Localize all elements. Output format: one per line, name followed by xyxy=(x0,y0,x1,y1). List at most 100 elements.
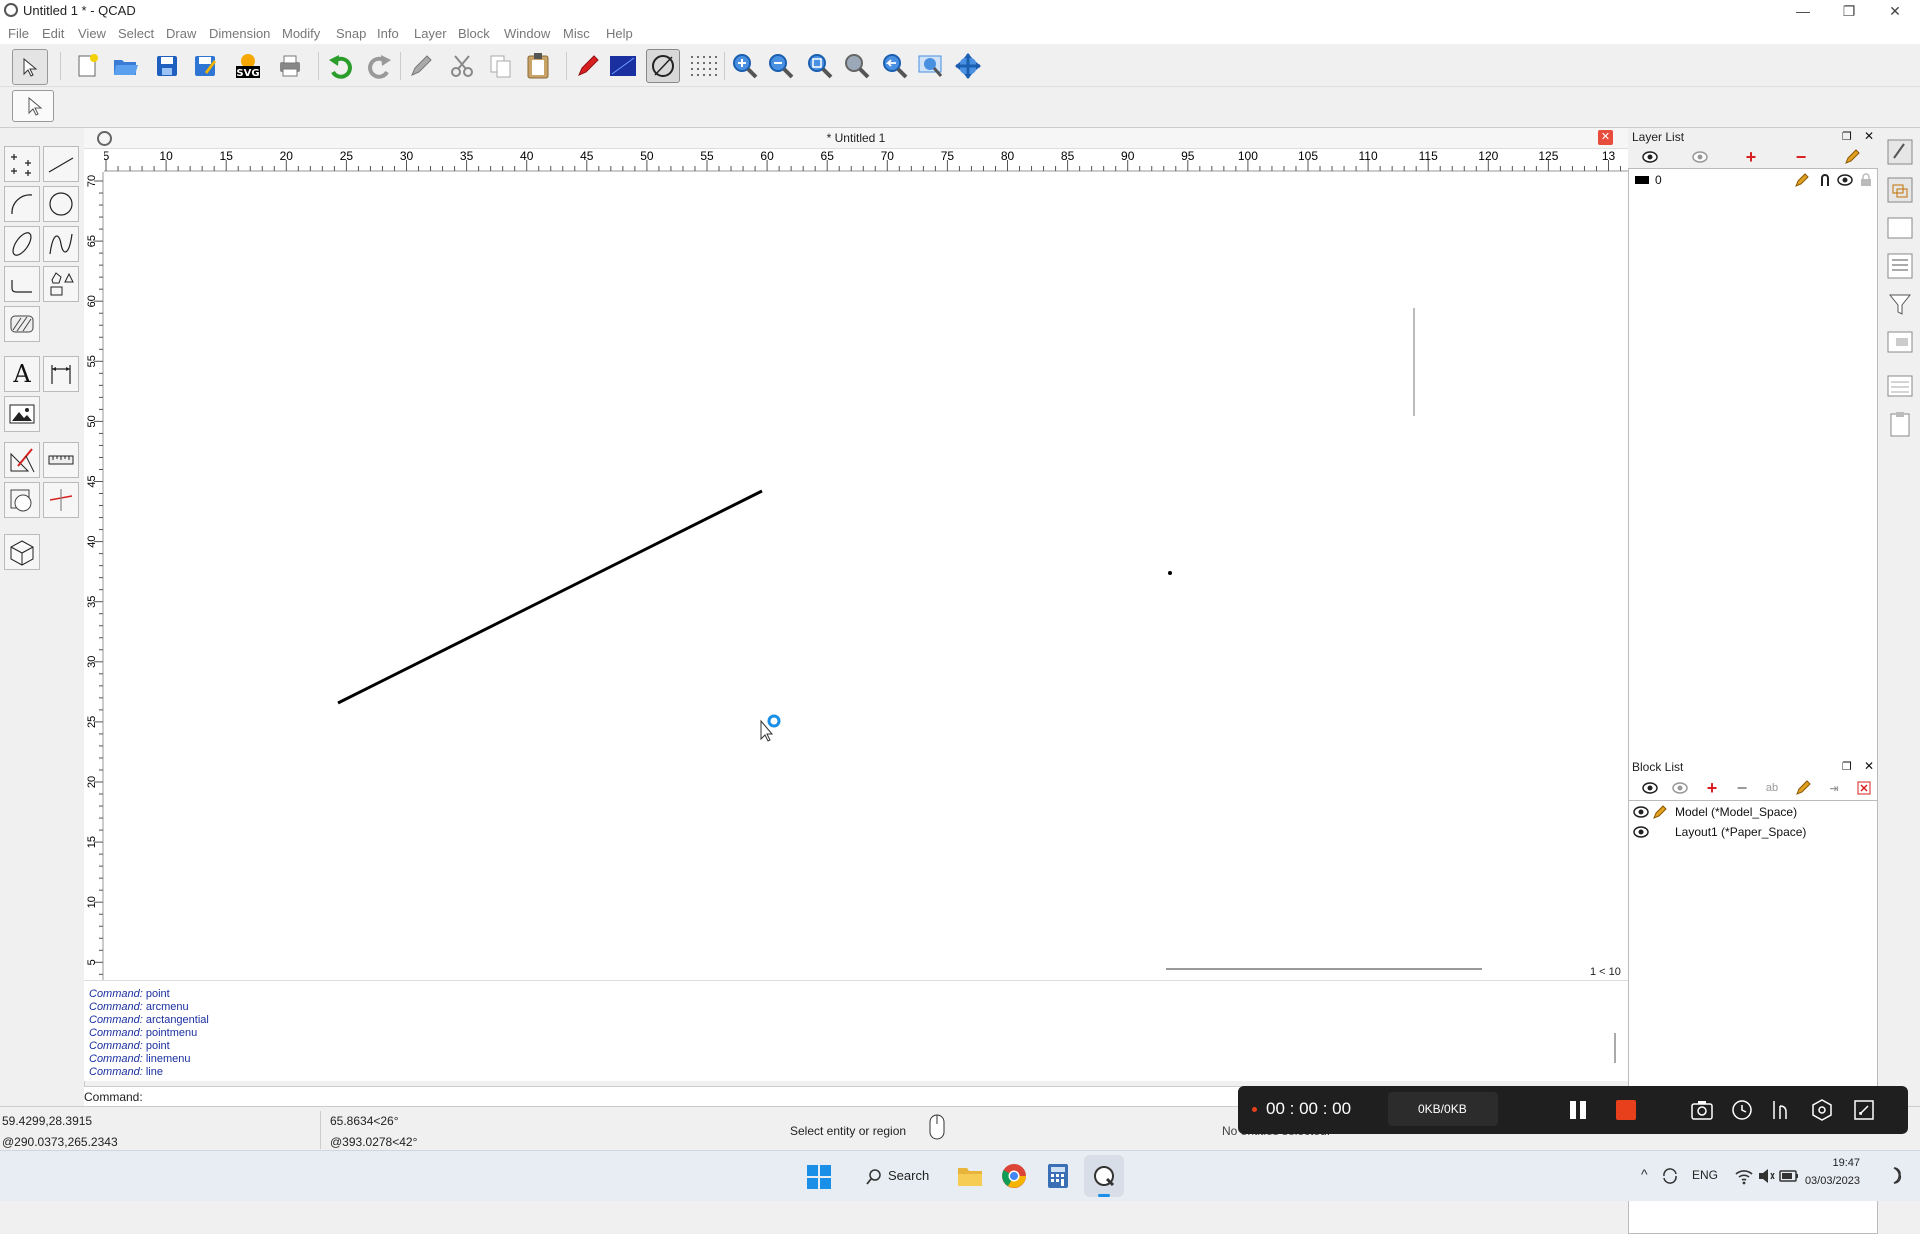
menu-edit[interactable]: Edit xyxy=(42,26,64,41)
show-all-blocks-icon[interactable] xyxy=(1640,779,1660,797)
close-panel-icon[interactable]: ✕ xyxy=(1864,129,1874,143)
qcad-taskbar-button[interactable] xyxy=(1084,1155,1124,1197)
open-folder-icon[interactable] xyxy=(110,51,140,81)
dock-tab-blank-icon[interactable] xyxy=(1886,214,1914,242)
zoom-selection-icon[interactable] xyxy=(916,51,946,81)
menu-dimension[interactable]: Dimension xyxy=(209,26,270,41)
arc-tool-icon[interactable] xyxy=(4,186,40,222)
zoom-in-icon[interactable] xyxy=(730,51,760,81)
drawn-line[interactable] xyxy=(337,489,763,705)
remove-block-icon[interactable]: − xyxy=(1732,778,1752,798)
volume-icon[interactable] xyxy=(1756,1166,1776,1186)
points-tool-icon[interactable] xyxy=(4,146,40,182)
screenshot-icon[interactable] xyxy=(1690,1099,1714,1121)
insert-block-icon[interactable]: ⇥ xyxy=(1824,779,1844,797)
layer-lock-icon[interactable] xyxy=(1860,173,1872,187)
block-row[interactable]: Layout1 (*Paper_Space) xyxy=(1629,823,1877,841)
pan-icon[interactable] xyxy=(953,51,983,81)
block-visible-icon[interactable] xyxy=(1633,806,1649,818)
image-tool-icon[interactable] xyxy=(4,396,40,432)
draw-overlay-icon[interactable] xyxy=(1770,1098,1794,1122)
delete-block-icon[interactable] xyxy=(1854,779,1874,797)
taskbar-search[interactable]: Search xyxy=(858,1160,942,1192)
undo-icon[interactable] xyxy=(326,51,356,81)
cut-icon[interactable] xyxy=(447,51,477,81)
menu-file[interactable]: File xyxy=(8,26,29,41)
layer-edit-icon[interactable] xyxy=(1795,173,1809,187)
modify-tool-icon[interactable] xyxy=(4,442,40,478)
shapes-tool-icon[interactable] xyxy=(43,266,79,302)
add-layer-icon[interactable]: + xyxy=(1741,147,1761,167)
collapse-recorder-icon[interactable] xyxy=(1852,1098,1876,1122)
hatch-tool-icon[interactable] xyxy=(4,306,40,342)
new-file-icon[interactable] xyxy=(72,51,102,81)
menu-draw[interactable]: Draw xyxy=(166,26,196,41)
close-panel-icon[interactable]: ✕ xyxy=(1864,759,1874,773)
menu-snap[interactable]: Snap xyxy=(336,26,366,41)
dock-tab-properties-icon[interactable] xyxy=(1886,138,1914,166)
undock-icon[interactable]: ❐ xyxy=(1842,130,1852,143)
dock-tab-layers-icon[interactable] xyxy=(1886,176,1914,204)
red-pen-icon[interactable] xyxy=(573,51,603,81)
menu-window[interactable]: Window xyxy=(504,26,550,41)
close-window-button[interactable]: ✕ xyxy=(1872,0,1918,22)
show-hidden-icons-icon[interactable]: ^ xyxy=(1641,1166,1648,1182)
drawing-canvas[interactable] xyxy=(104,172,1628,980)
rename-block-icon[interactable]: ab xyxy=(1762,779,1782,797)
drawn-point[interactable] xyxy=(1168,571,1172,575)
redo-icon[interactable] xyxy=(364,51,394,81)
show-all-layers-icon[interactable] xyxy=(1640,148,1660,166)
layer-row[interactable]: 0 xyxy=(1629,171,1877,189)
menu-block[interactable]: Block xyxy=(458,26,490,41)
menu-view[interactable]: View xyxy=(78,26,106,41)
grid-icon[interactable] xyxy=(688,51,718,81)
remove-layer-icon[interactable]: − xyxy=(1791,147,1811,167)
pause-icon[interactable] xyxy=(1570,1101,1576,1119)
stop-recording-button[interactable] xyxy=(1616,1100,1636,1120)
zoom-out-icon[interactable] xyxy=(766,51,796,81)
block-visible-icon[interactable] xyxy=(1633,826,1649,838)
save-as-icon[interactable] xyxy=(190,51,220,81)
pause-icon[interactable] xyxy=(1580,1101,1586,1119)
chrome-icon[interactable] xyxy=(1000,1162,1028,1190)
menu-layer[interactable]: Layer xyxy=(414,26,447,41)
copy-icon[interactable] xyxy=(486,51,516,81)
block-tool-icon[interactable] xyxy=(4,482,40,518)
battery-icon[interactable] xyxy=(1778,1166,1800,1186)
paste-icon[interactable] xyxy=(523,51,553,81)
minimize-button[interactable]: — xyxy=(1780,0,1826,22)
menu-select[interactable]: Select xyxy=(118,26,154,41)
zoom-window-icon[interactable] xyxy=(842,51,872,81)
dock-tab-clipboard-icon[interactable] xyxy=(1886,410,1914,438)
dock-tab-filter-icon[interactable] xyxy=(1886,290,1914,318)
hide-all-layers-icon[interactable] xyxy=(1690,148,1710,166)
sync-icon[interactable] xyxy=(1660,1166,1680,1186)
line-tool-icon[interactable] xyxy=(43,146,79,182)
ellipse-tool-icon[interactable] xyxy=(4,226,40,262)
dock-tab-list-icon[interactable] xyxy=(1886,252,1914,280)
snap-tool-icon[interactable] xyxy=(43,482,79,518)
dock-tab-command-icon[interactable] xyxy=(1886,372,1914,400)
zoom-previous-icon[interactable] xyxy=(880,51,910,81)
blue-square-icon[interactable] xyxy=(608,51,638,81)
menu-modify[interactable]: Modify xyxy=(282,26,320,41)
close-drawing-button[interactable]: ✕ xyxy=(1598,130,1613,145)
edit-block-icon[interactable] xyxy=(1793,779,1813,797)
zoom-auto-icon[interactable] xyxy=(805,51,835,81)
command-history-scrollbar[interactable] xyxy=(1614,1033,1616,1063)
3d-box-tool-icon[interactable] xyxy=(4,534,40,570)
print-preview-icon[interactable] xyxy=(275,51,305,81)
circle-tool-icon[interactable] xyxy=(43,186,79,222)
add-block-icon[interactable]: + xyxy=(1702,778,1722,798)
pencil-icon[interactable] xyxy=(406,51,436,81)
calculator-icon[interactable] xyxy=(1046,1163,1070,1189)
wifi-icon[interactable] xyxy=(1734,1166,1754,1186)
layer-freeze-icon[interactable] xyxy=(1819,173,1831,187)
notification-icon[interactable] xyxy=(1884,1166,1904,1186)
menu-help[interactable]: Help xyxy=(606,26,633,41)
select-mode-button[interactable] xyxy=(12,90,54,122)
save-icon[interactable] xyxy=(152,51,182,81)
maximize-button[interactable]: ❐ xyxy=(1826,0,1872,22)
text-tool-icon[interactable]: A xyxy=(4,356,40,392)
dock-tab-library-icon[interactable] xyxy=(1886,328,1914,356)
